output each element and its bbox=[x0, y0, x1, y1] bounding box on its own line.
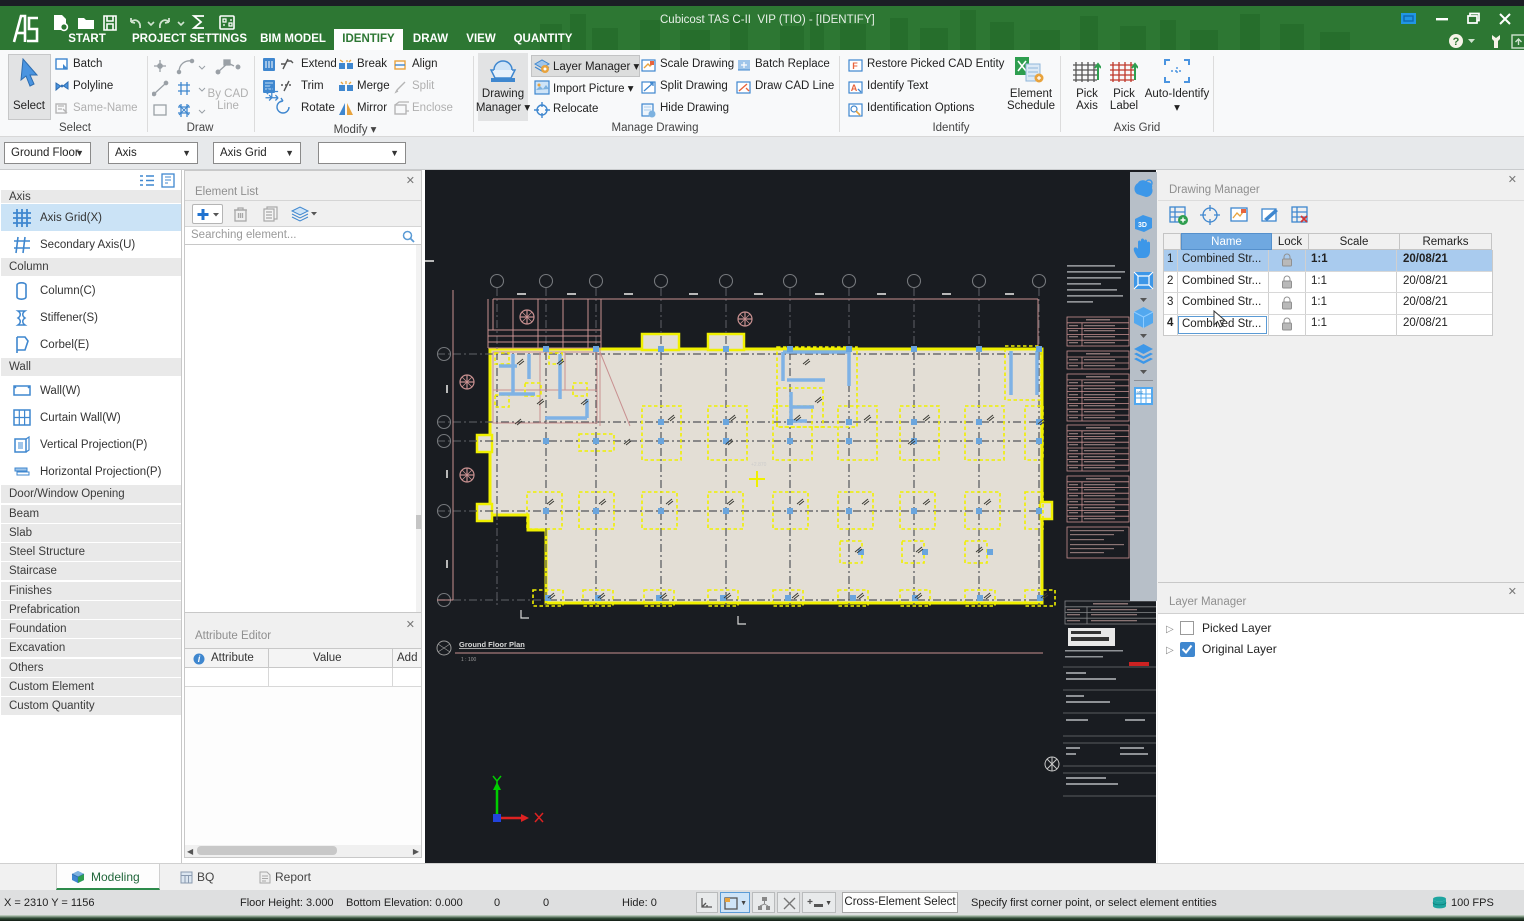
svg-text:Ground Floor Plan: Ground Floor Plan bbox=[459, 640, 525, 649]
svg-text:F: F bbox=[852, 61, 858, 71]
svg-text:A: A bbox=[851, 83, 858, 93]
svg-text:1 : 100: 1 : 100 bbox=[461, 657, 477, 663]
svg-text:+2.870: +2.870 bbox=[751, 462, 767, 468]
svg-text:3D: 3D bbox=[1138, 222, 1147, 229]
svg-text:abc: abc bbox=[1137, 390, 1143, 395]
